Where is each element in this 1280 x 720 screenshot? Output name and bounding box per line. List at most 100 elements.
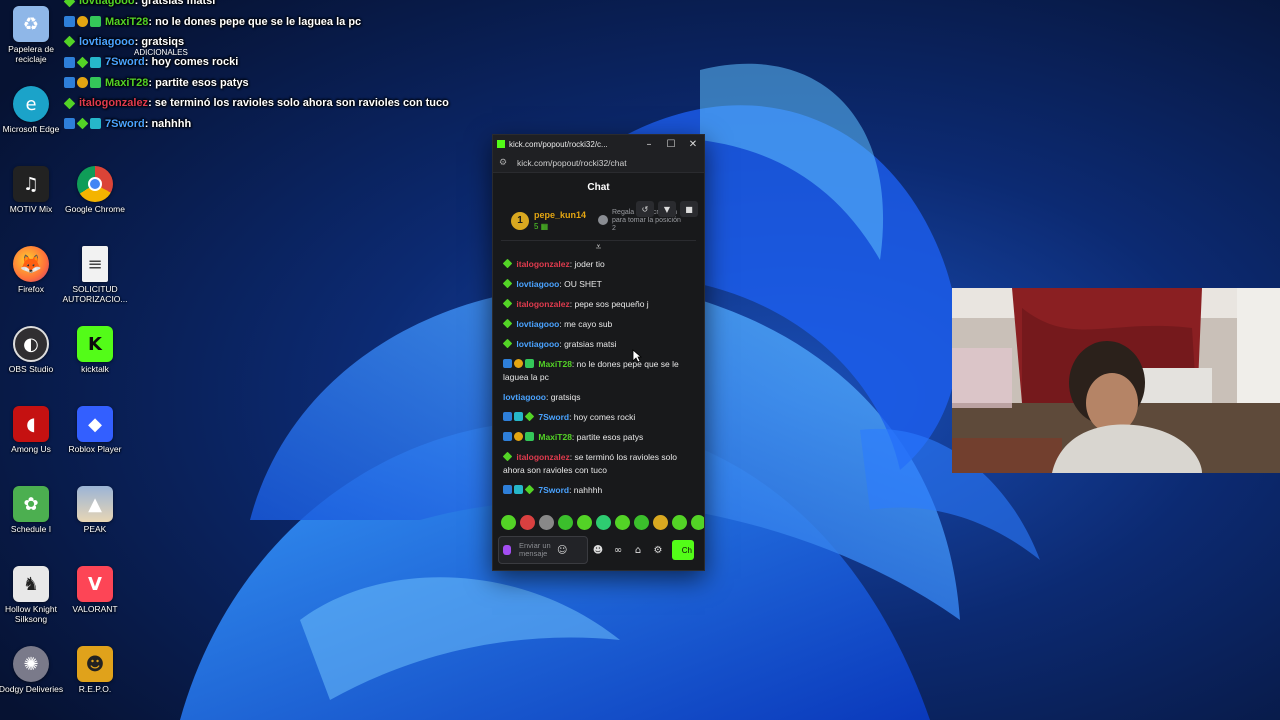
- desktop-icon-kicktalk[interactable]: K kicktalk: [62, 326, 128, 375]
- chat-message[interactable]: lovtiagooo: me cayo sub: [502, 315, 696, 335]
- desktop-icon-silksong[interactable]: ♞ Hollow Knight Silksong: [0, 566, 64, 624]
- desktop-icon-recycle-bin[interactable]: ♻ Papelera de reciclaje: [0, 6, 64, 64]
- desktop-icon-firefox[interactable]: 🦊 Firefox: [0, 246, 64, 295]
- verified-badge-icon: [63, 0, 76, 8]
- chat-message[interactable]: lovtiagooo: gratsias matsi: [502, 335, 696, 355]
- window-titlebar[interactable]: kick.com/popout/rocki32/c... – ☐ ✕: [493, 135, 704, 153]
- motiv-mix-icon: ♫: [13, 166, 49, 202]
- chat-username[interactable]: italogonzalez: [516, 259, 569, 269]
- overlay-username: 7Sword: [105, 117, 145, 130]
- chat-username[interactable]: lovtiagooo: [516, 319, 559, 329]
- chat-message-text: : me cayo sub: [559, 319, 613, 329]
- desktop-icon-schedule[interactable]: ✿ Schedule I: [0, 486, 64, 535]
- chat-message[interactable]: lovtiagooo: OU SHET: [502, 275, 696, 295]
- verified-badge-icon: [502, 298, 513, 309]
- peak-icon: ▲: [77, 486, 113, 522]
- obs-icon: ◐: [13, 326, 49, 362]
- desktop-icon-valorant[interactable]: V VALORANT: [62, 566, 128, 615]
- webcam-feed: [952, 288, 1280, 473]
- address-bar[interactable]: ⚙ kick.com/popout/rocki32/chat: [493, 153, 704, 173]
- desktop-icon-dodgy-deliveries[interactable]: ✺ Dodgy Deliveries: [0, 646, 64, 695]
- edge-icon: e: [13, 86, 49, 122]
- chat-message[interactable]: 7Sword: nahhhh: [503, 481, 696, 501]
- chevron-down-icon[interactable]: ⩡: [493, 241, 704, 255]
- settings-icon[interactable]: ⚙: [648, 545, 668, 556]
- chat-message[interactable]: 7Sword: hoy comes rocki: [503, 408, 696, 428]
- repo-icon: ☻: [77, 646, 113, 682]
- overlay-message-text: : hoy comes rocki: [144, 56, 239, 69]
- mouse-cursor-icon: [632, 349, 642, 363]
- chat-message[interactable]: MaxiT28: no le dones pepe que se le lagu…: [503, 355, 696, 388]
- chat-username[interactable]: 7Sword: [538, 412, 569, 422]
- desktop-icon-motiv-mix[interactable]: ♫ MOTIV Mix: [0, 166, 64, 215]
- reply-icon[interactable]: ↺: [636, 201, 654, 217]
- emote-icon[interactable]: [520, 515, 535, 530]
- emote-icon[interactable]: [596, 515, 611, 530]
- microphone-icon[interactable]: [503, 545, 511, 555]
- close-icon[interactable]: ✕: [682, 139, 704, 150]
- moderator-badge-icon: [503, 432, 512, 441]
- chat-message[interactable]: italogonzalez: se terminó los ravioles s…: [502, 448, 696, 481]
- overlay-username: MaxiT28: [105, 76, 149, 89]
- chat-message[interactable]: lovtiagooo: gratsiqs: [503, 388, 696, 408]
- emote-icon[interactable]: [577, 515, 592, 530]
- desktop-icon-solicitud[interactable]: ≡ SOLICITUD AUTORIZACIO...: [62, 246, 128, 304]
- emote-icon[interactable]: [501, 515, 516, 530]
- emote-icon[interactable]: [539, 515, 554, 530]
- emote-icon[interactable]: [558, 515, 573, 530]
- chat-username[interactable]: MaxiT28: [538, 359, 572, 369]
- chat-username[interactable]: lovtiagooo: [503, 392, 546, 402]
- chat-username[interactable]: lovtiagooo: [516, 339, 559, 349]
- emote-icon[interactable]: [615, 515, 630, 530]
- chat-username[interactable]: italogonzalez: [516, 452, 569, 462]
- verified-badge-icon: [502, 278, 513, 289]
- send-chat-button[interactable]: Ch: [672, 540, 694, 560]
- desktop-icon-roblox[interactable]: ◆ Roblox Player: [62, 406, 128, 455]
- emote-icon[interactable]: [691, 515, 704, 530]
- chat-popout-window[interactable]: kick.com/popout/rocki32/c... – ☐ ✕ ⚙ kic…: [492, 134, 705, 571]
- overlay-username: lovtiagooo: [79, 0, 135, 8]
- chat-username[interactable]: italogonzalez: [516, 299, 569, 309]
- verified-badge-icon: [63, 36, 76, 48]
- chat-message[interactable]: MaxiT28: partite esos patys: [503, 428, 696, 448]
- delete-icon[interactable]: ■: [680, 201, 698, 217]
- verified-badge-icon: [524, 411, 535, 422]
- desktop-icon-edge[interactable]: e Microsoft Edge: [0, 86, 64, 135]
- gift-badge-icon: [525, 359, 534, 368]
- overlay-message-text: : gratsias matsi: [134, 0, 216, 8]
- pinned-user[interactable]: pepe_kun14 5 ▦: [534, 210, 594, 231]
- chat-message[interactable]: italogonzalez: joder tio: [502, 255, 696, 275]
- emote-picker-icon[interactable]: ☻: [588, 545, 608, 556]
- store-icon[interactable]: ⌂: [628, 545, 648, 556]
- overlay-message-text: : se terminó los ravioles solo ahora son…: [148, 97, 449, 110]
- chat-username[interactable]: lovtiagooo: [516, 279, 559, 289]
- desktop-icon-chrome[interactable]: Google Chrome: [62, 166, 128, 215]
- verified-badge-icon: [502, 338, 513, 349]
- desktop-icon-peak[interactable]: ▲ PEAK: [62, 486, 128, 535]
- emote-icon[interactable]: [653, 515, 668, 530]
- chat-message[interactable]: italogonzalez: pepe sos pequeño j: [502, 295, 696, 315]
- emoji-icon[interactable]: ☺: [557, 545, 567, 556]
- gift-badge-icon: [90, 16, 101, 28]
- overlay-username: MaxiT28: [105, 15, 149, 28]
- chat-messages: italogonzalez: joder tio lovtiagooo: OU …: [493, 255, 704, 501]
- url-text[interactable]: kick.com/popout/rocki32/chat: [517, 158, 627, 168]
- minimize-icon[interactable]: –: [638, 139, 660, 150]
- pin-icon[interactable]: ▼: [658, 201, 676, 217]
- document-icon: ≡: [82, 246, 108, 282]
- chat-username[interactable]: 7Sword: [538, 485, 569, 495]
- message-hover-toolbar: ↺ ▼ ■: [636, 201, 698, 217]
- hollow-knight-icon: ♞: [13, 566, 49, 602]
- infinity-icon[interactable]: ∞: [608, 545, 628, 556]
- chat-input[interactable]: Enviar un mensaje ☺: [498, 536, 588, 564]
- overlay-username: italogonzalez: [79, 97, 149, 110]
- emote-icon[interactable]: [672, 515, 687, 530]
- chat-message-text: : gratsias matsi: [559, 339, 617, 349]
- maximize-icon[interactable]: ☐: [660, 139, 682, 150]
- site-settings-icon[interactable]: ⚙: [499, 158, 511, 168]
- emote-icon[interactable]: [634, 515, 649, 530]
- desktop-icon-obs[interactable]: ◐ OBS Studio: [0, 326, 64, 375]
- chat-username[interactable]: MaxiT28: [538, 432, 572, 442]
- desktop-icon-repo[interactable]: ☻ R.E.P.O.: [62, 646, 128, 695]
- desktop-icon-among-us[interactable]: ◖ Among Us: [0, 406, 64, 455]
